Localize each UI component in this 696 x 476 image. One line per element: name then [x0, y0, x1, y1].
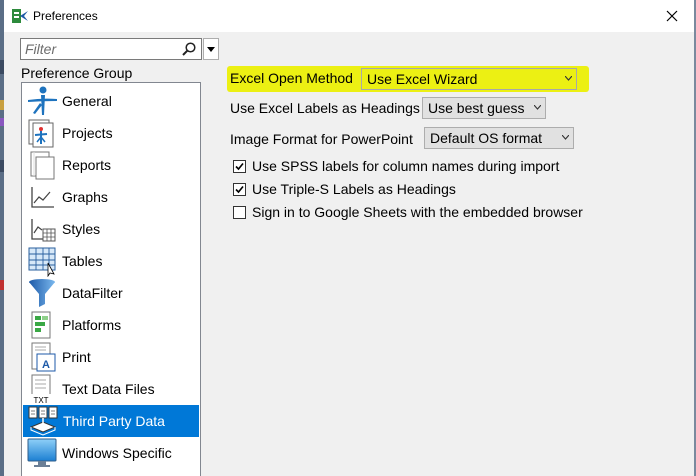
chevron-down-icon: [565, 76, 572, 81]
group-item-general[interactable]: General: [22, 85, 200, 117]
group-item-graphs[interactable]: Graphs: [22, 181, 200, 213]
group-item-projects[interactable]: Projects: [22, 117, 200, 149]
group-item-label: Third Party Data: [63, 413, 165, 429]
excel-open-method-select[interactable]: Use Excel Wizard: [361, 68, 577, 90]
reports-icon: [30, 151, 55, 180]
checkbox-label: Use Triple-S Labels as Headings: [252, 181, 456, 197]
group-item-reports[interactable]: Reports: [22, 149, 200, 181]
image-format-label: Image Format for PowerPoint: [230, 131, 413, 147]
close-icon: [666, 10, 678, 22]
excel-labels-headings-label: Use Excel Labels as Headings: [230, 100, 420, 116]
print-icon: A: [31, 342, 56, 372]
chevron-down-icon: [562, 135, 569, 140]
checkbox[interactable]: [233, 160, 246, 173]
checkbox[interactable]: [233, 206, 246, 219]
checkbox-label: Sign in to Google Sheets with the embedd…: [252, 204, 583, 220]
excel-open-method-value: Use Excel Wizard: [367, 71, 478, 87]
checkmark-icon: [235, 185, 244, 194]
svg-text:A: A: [42, 359, 50, 371]
preferences-dialog: Preference Group General Projects: [4, 32, 694, 476]
group-item-label: Reports: [62, 157, 112, 173]
group-item-label: Projects: [62, 125, 113, 141]
image-format-select[interactable]: Default OS format: [424, 127, 574, 149]
windows-specific-icon: [27, 438, 57, 467]
excel-labels-headings-select[interactable]: Use best guess: [422, 97, 546, 119]
window-title: Preferences: [33, 9, 98, 23]
group-item-label: Windows Specific: [62, 445, 172, 461]
group-item-label: General: [62, 93, 112, 109]
group-item-tables[interactable]: Tables: [22, 245, 200, 277]
text-data-files-icon: TXT: [29, 374, 53, 405]
graphs-icon: [31, 187, 54, 208]
group-item-label: Text Data Files: [62, 381, 155, 397]
filter-dropdown-button[interactable]: [203, 38, 219, 60]
general-icon: [28, 86, 57, 115]
group-item-datafilter[interactable]: DataFilter: [22, 277, 200, 309]
group-item-label: Platforms: [62, 317, 122, 333]
group-item-text-data-files[interactable]: TXT Text Data Files: [22, 373, 200, 405]
styles-icon: [31, 219, 56, 242]
text-data-files-icon-label: TXT: [33, 396, 48, 405]
platforms-icon: [31, 311, 51, 339]
excel-labels-headings-value: Use best guess: [428, 100, 525, 116]
filter-input[interactable]: [25, 41, 175, 57]
tables-icon: [28, 247, 56, 277]
filter-field[interactable]: [20, 38, 202, 60]
group-item-platforms[interactable]: Platforms: [22, 309, 200, 341]
group-item-label: Graphs: [62, 189, 108, 205]
group-item-label: Tables: [62, 253, 103, 269]
chevron-down-icon: [207, 46, 215, 52]
title-bar: Preferences: [4, 0, 694, 32]
datafilter-icon: [29, 279, 55, 307]
group-item-print[interactable]: A Print: [22, 341, 200, 373]
group-item-windows-specific[interactable]: Windows Specific: [22, 437, 200, 469]
preference-group-list[interactable]: General Projects Reports Graphs Styles T…: [21, 82, 201, 476]
checkbox-label: Use SPSS labels for column names during …: [252, 158, 560, 174]
projects-icon: [28, 119, 54, 148]
excel-open-method-label: Excel Open Method: [230, 70, 353, 86]
group-item-label: Print: [62, 349, 91, 365]
image-format-value: Default OS format: [430, 130, 543, 146]
search-icon[interactable]: [181, 41, 197, 57]
group-item-label: Styles: [62, 221, 101, 237]
chevron-down-icon: [534, 105, 541, 110]
group-item-styles[interactable]: Styles: [22, 213, 200, 245]
group-item-third-party-data[interactable]: Third Party Data: [23, 405, 199, 437]
checkbox[interactable]: [233, 183, 246, 196]
app-logo-icon: [12, 9, 28, 23]
close-button[interactable]: [654, 2, 690, 30]
group-item-label: DataFilter: [62, 285, 123, 301]
checkmark-icon: [235, 162, 244, 171]
third-party-data-icon: [28, 406, 58, 436]
preference-group-label: Preference Group: [21, 65, 133, 81]
